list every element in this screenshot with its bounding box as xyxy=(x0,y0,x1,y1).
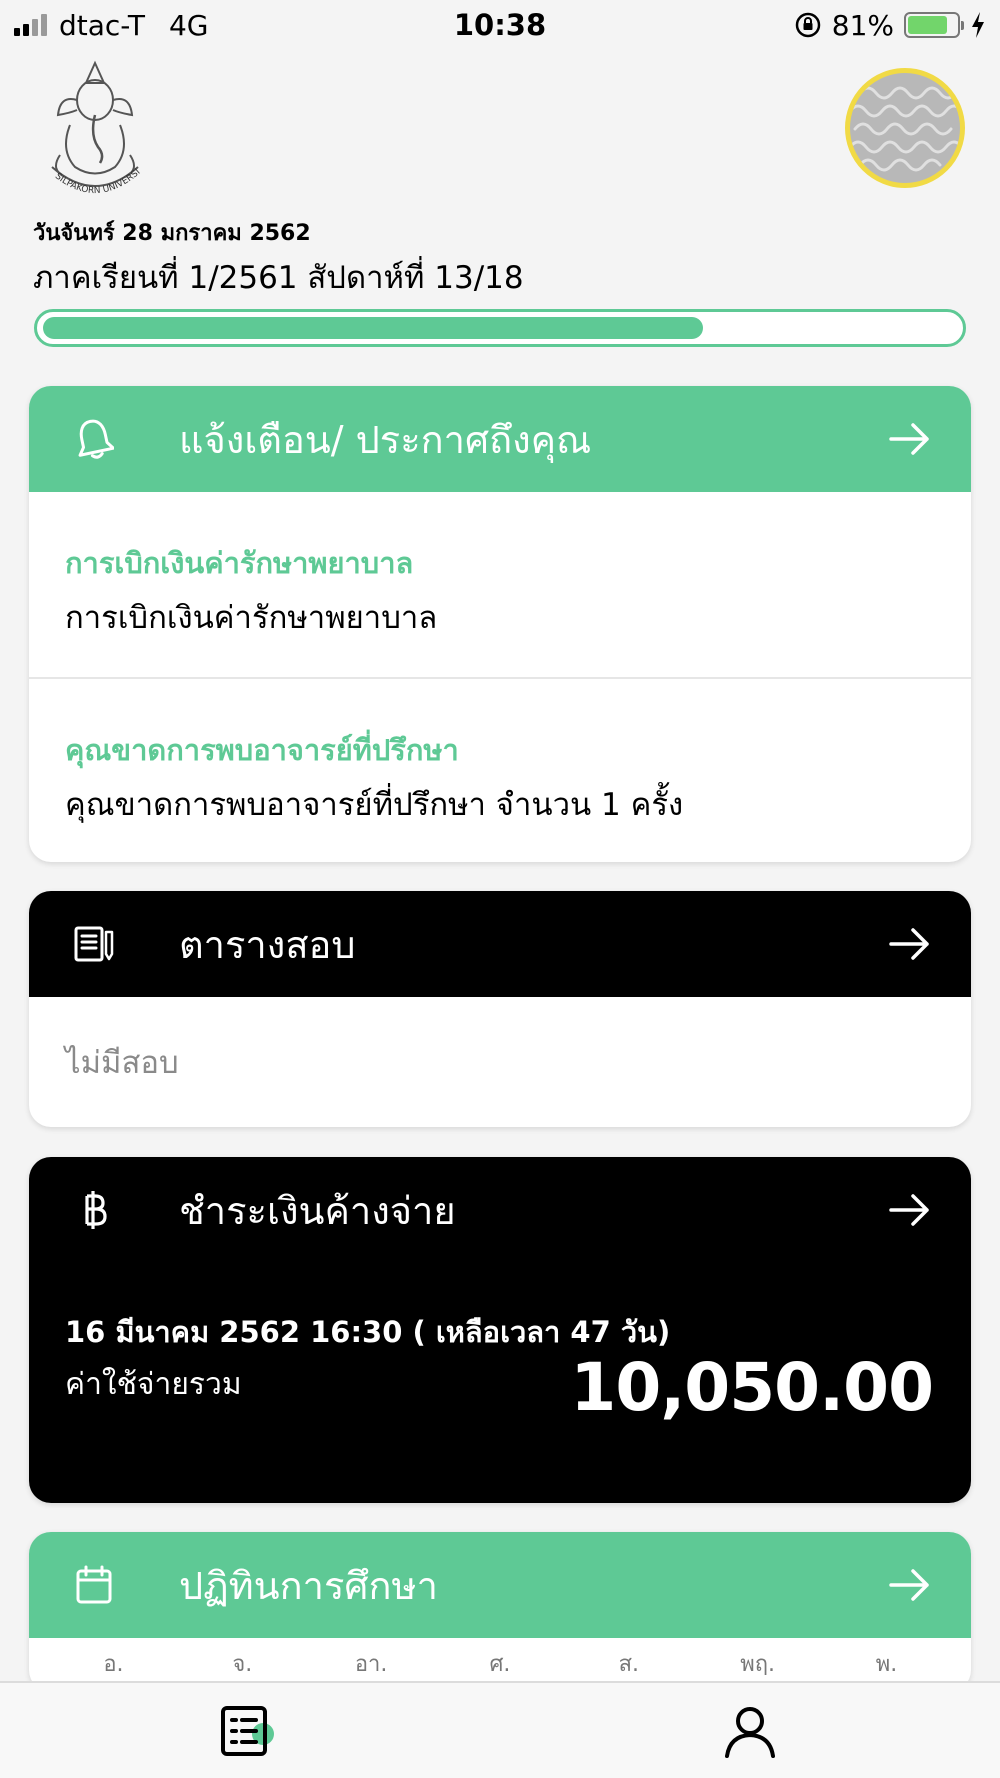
notification-item[interactable]: คุณขาดการพบอาจารย์ที่ปรึกษา คุณขาดการพบอ… xyxy=(29,677,971,862)
notifications-title: แจ้งเตือน/ ประกาศถึงคุณ xyxy=(179,417,592,462)
person-icon xyxy=(725,1706,775,1758)
orientation-lock-icon xyxy=(795,12,821,38)
tab-profile[interactable] xyxy=(710,1696,790,1766)
payment-title: ชำระเงินค้างจ่าย xyxy=(179,1188,456,1233)
carrier-name: dtac-T xyxy=(59,8,145,42)
charging-icon xyxy=(972,12,984,38)
notifications-card: แจ้งเตือน/ ประกาศถึงคุณ การเบิกเงินค่ารั… xyxy=(29,386,971,862)
signal-icon xyxy=(14,14,47,36)
network-type: 4G xyxy=(168,8,209,42)
exam-empty-text: ไม่มีสอบ xyxy=(65,1045,179,1081)
exam-document-icon xyxy=(69,919,119,969)
notification-body: คุณขาดการพบอาจารย์ที่ปรึกษา จำนวน 1 ครั้… xyxy=(65,787,684,823)
tab-bar xyxy=(0,1681,1000,1778)
weekday-label: พ. xyxy=(875,1651,898,1677)
clock: 10:38 xyxy=(453,8,547,42)
status-right: 81% xyxy=(656,9,986,42)
notification-title: คุณขาดการพบอาจารย์ที่ปรึกษา xyxy=(65,733,459,767)
term-week: ภาคเรียนที่ 1/2561 สัปดาห์ที่ 13/18 xyxy=(33,260,524,296)
list-icon xyxy=(221,1705,274,1756)
battery-percent: 81% xyxy=(831,8,894,42)
arrow-right-icon[interactable] xyxy=(887,924,933,964)
tab-home[interactable] xyxy=(210,1696,290,1766)
payment-body[interactable]: 16 มีนาคม 2562 16:30 ( เหลือเวลา 47 วัน)… xyxy=(29,1263,971,1503)
avatar[interactable] xyxy=(845,68,965,188)
calendar-icon xyxy=(69,1560,119,1610)
university-logo: SILPAKORN UNIVERSITY xyxy=(30,55,143,196)
total-amount: 10,050.00 xyxy=(570,1349,934,1426)
weekday-label: ศ. xyxy=(489,1651,511,1677)
academic-calendar-title: ปฏิทินการศึกษา xyxy=(179,1563,438,1608)
svg-text:SILPAKORN UNIVERSITY: SILPAKORN UNIVERSITY xyxy=(30,55,143,196)
weekday-label: อ. xyxy=(103,1651,124,1677)
payment-header[interactable]: ชำระเงินค้างจ่าย xyxy=(29,1157,971,1263)
logo-text: SILPAKORN UNIVERSITY xyxy=(30,55,143,196)
academic-calendar-header[interactable]: ปฏิทินการศึกษา xyxy=(29,1532,971,1638)
exam-schedule-header[interactable]: ตารางสอบ xyxy=(29,891,971,997)
bell-icon xyxy=(69,414,119,464)
weekday-label: อา. xyxy=(354,1651,388,1677)
total-label: ค่าใช้จ่ายรวม xyxy=(65,1367,242,1402)
battery-icon xyxy=(904,12,964,38)
status-left: dtac-T 4G xyxy=(14,9,344,42)
status-bar: dtac-T 4G 10:38 81% xyxy=(0,0,1000,50)
weekday-label: ส. xyxy=(618,1651,639,1677)
baht-icon xyxy=(69,1185,119,1235)
notification-body: การเบิกเงินค่ารักษาพยาบาล xyxy=(65,600,438,636)
academic-calendar-card: ปฏิทินการศึกษา อ. จ. อา. ศ. ส. พฤ. พ. xyxy=(29,1532,971,1692)
avatar-pattern xyxy=(850,86,960,172)
arrow-right-icon[interactable] xyxy=(887,1190,933,1230)
payment-card: ชำระเงินค้างจ่าย 16 มีนาคม 2562 16:30 ( … xyxy=(29,1157,971,1503)
current-date: วันจันทร์ 28 มกราคม 2562 xyxy=(33,221,311,246)
exam-schedule-title: ตารางสอบ xyxy=(179,922,356,967)
notifications-header[interactable]: แจ้งเตือน/ ประกาศถึงคุณ xyxy=(29,386,971,492)
notification-title: การเบิกเงินค่ารักษาพยาบาล xyxy=(65,546,414,580)
weekday-label: จ. xyxy=(232,1651,253,1677)
semester-progress-fill xyxy=(43,317,704,339)
exam-schedule-card: ตารางสอบ ไม่มีสอบ xyxy=(29,891,971,1127)
arrow-right-icon[interactable] xyxy=(887,419,933,459)
semester-progress-bar xyxy=(34,309,966,347)
arrow-right-icon[interactable] xyxy=(887,1565,933,1605)
weekday-label: พฤ. xyxy=(740,1651,776,1677)
notification-item[interactable]: การเบิกเงินค่ารักษาพยาบาล การเบิกเงินค่า… xyxy=(29,492,971,677)
